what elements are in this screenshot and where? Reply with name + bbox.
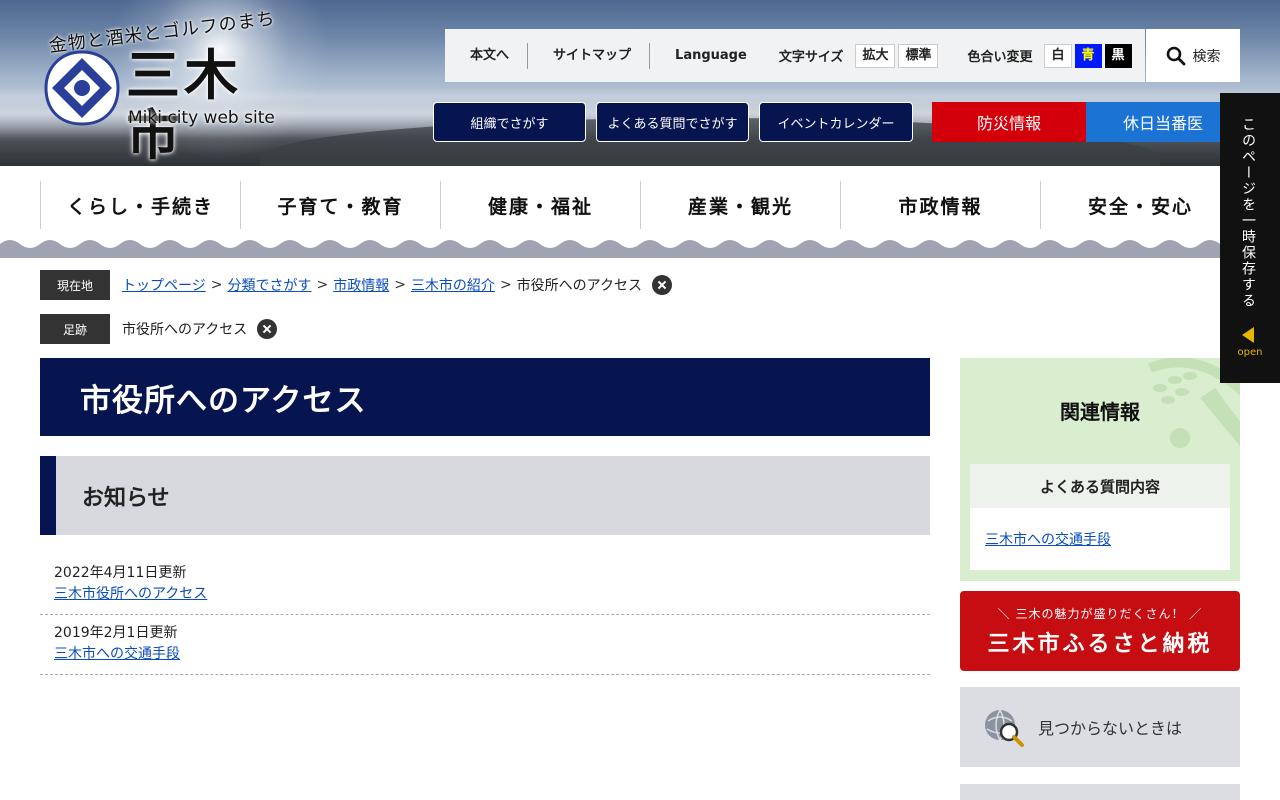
related-info-title: 関連情報 (1060, 400, 1140, 424)
site-logo[interactable]: 金物と酒米とゴルフのまち 三木市 Miki city web site (40, 8, 290, 166)
skip-link[interactable]: 本文へ (445, 42, 529, 69)
breadcrumb-current: 市役所へのアクセス (516, 278, 642, 294)
sitemap-link[interactable]: サイトマップ (528, 42, 651, 69)
font-size-group: 文字サイズ 拡大 標準 (778, 43, 942, 68)
font-normal-button[interactable]: 標準 (898, 43, 939, 68)
not-found-banner[interactable]: 見つからないときは (960, 687, 1240, 767)
open-label: open (1237, 347, 1263, 358)
city-emblem-icon (44, 50, 120, 126)
not-found-label: 見つからないときは (1038, 719, 1183, 738)
list-item: 2022年4月11日更新 三木市役所へのアクセス (40, 555, 930, 615)
gnav-safety[interactable]: 安全・安心 (1040, 181, 1240, 229)
gnav-living[interactable]: くらし・手続き (40, 181, 240, 229)
faq-card-heading: よくある質問内容 (970, 464, 1230, 508)
gnav-childcare[interactable]: 子育て・教育 (240, 181, 440, 229)
org-search-button[interactable]: 組織でさがす (433, 102, 586, 142)
furusato-subtitle: ＼ 三木の魅力が盛りだくさん！ ／ (997, 607, 1203, 621)
font-size-label: 文字サイズ (778, 50, 844, 65)
furusato-banner[interactable]: ＼ 三木の魅力が盛りだくさん！ ／ 三木市ふるさと納税 (960, 591, 1240, 671)
breadcrumb-label: 現在地 (40, 270, 110, 300)
news-link[interactable]: 三木市への交通手段 (54, 646, 180, 662)
page-title: 市役所へのアクセス (40, 358, 930, 436)
news-date: 2019年2月1日更新 (54, 625, 178, 641)
color-group: 色合い変更 白 青 黒 (967, 43, 1134, 68)
global-nav: くらし・手続き 子育て・教育 健康・福祉 産業・観光 市政情報 安全・安心 (40, 181, 1240, 229)
search-button[interactable]: 検索 (1146, 29, 1240, 82)
open-arrow-icon (1242, 327, 1254, 343)
font-large-button[interactable]: 拡大 (855, 43, 896, 68)
color-white-button[interactable]: 白 (1044, 43, 1072, 68)
gnav-government[interactable]: 市政情報 (840, 181, 1040, 229)
search-icon (1166, 46, 1185, 65)
sidebar-next-banner[interactable] (960, 784, 1240, 800)
disaster-info-button[interactable]: 防災情報 (932, 102, 1086, 142)
save-page-panel[interactable]: このページを一時保存する open (1220, 93, 1280, 383)
section-heading: お知らせ (40, 456, 930, 535)
breadcrumb-link-category[interactable]: 分類でさがす (227, 275, 311, 295)
color-label: 色合い変更 (967, 50, 1033, 65)
history-trail: 足跡 市役所へのアクセス (40, 314, 278, 344)
related-info-panel: 関連情報 よくある質問内容 三木市への交通手段 (960, 358, 1240, 581)
breadcrumb-close-icon[interactable] (651, 275, 672, 295)
event-calendar-button[interactable]: イベントカレンダー (759, 102, 913, 142)
language-link[interactable]: Language (650, 43, 765, 69)
history-label: 足跡 (40, 314, 110, 344)
news-list: 2022年4月11日更新 三木市役所へのアクセス 2019年2月1日更新 三木市… (40, 555, 930, 675)
search-label: 検索 (1192, 48, 1221, 65)
news-link[interactable]: 三木市役所へのアクセス (54, 586, 207, 602)
list-item: 2019年2月1日更新 三木市への交通手段 (40, 615, 930, 675)
furusato-title: 三木市ふるさと納税 (987, 632, 1213, 657)
gnav-health[interactable]: 健康・福祉 (440, 181, 640, 229)
utility-bar: 本文へ サイトマップ Language 文字サイズ 拡大 標準 色合い変更 白 … (445, 29, 1145, 82)
magnifier-globe-icon (985, 709, 1024, 747)
faq-card-link[interactable]: 三木市への交通手段 (985, 529, 1230, 549)
breadcrumb: 現在地 トップページ > 分類でさがす > 市政情報 > 三木市の紹介 > 市役… (40, 270, 672, 300)
faq-card: よくある質問内容 三木市への交通手段 (970, 464, 1230, 570)
gnav-industry[interactable]: 産業・観光 (640, 181, 840, 229)
save-page-label: このページを一時保存する (1240, 117, 1256, 309)
breadcrumb-link-intro[interactable]: 三木市の紹介 (411, 275, 495, 295)
breadcrumb-link-government[interactable]: 市政情報 (333, 275, 389, 295)
breadcrumb-link-top[interactable]: トップページ (122, 275, 206, 295)
history-item[interactable]: 市役所へのアクセス (122, 319, 247, 339)
history-close-icon[interactable] (257, 319, 278, 339)
holiday-doctor-button[interactable]: 休日当番医 (1086, 102, 1240, 142)
city-name-en: Miki city web site (128, 108, 275, 128)
news-date: 2022年4月11日更新 (54, 565, 187, 581)
color-black-button[interactable]: 黒 (1104, 43, 1132, 68)
header-banner: 金物と酒米とゴルフのまち 三木市 Miki city web site 本文へ … (0, 0, 1280, 166)
color-blue-button[interactable]: 青 (1074, 43, 1102, 68)
quick-nav: 組織でさがす よくある質問でさがす イベントカレンダー (433, 102, 923, 142)
city-name: 三木市 (126, 44, 242, 166)
faq-search-button[interactable]: よくある質問でさがす (596, 102, 749, 142)
wave-divider (0, 240, 1280, 258)
